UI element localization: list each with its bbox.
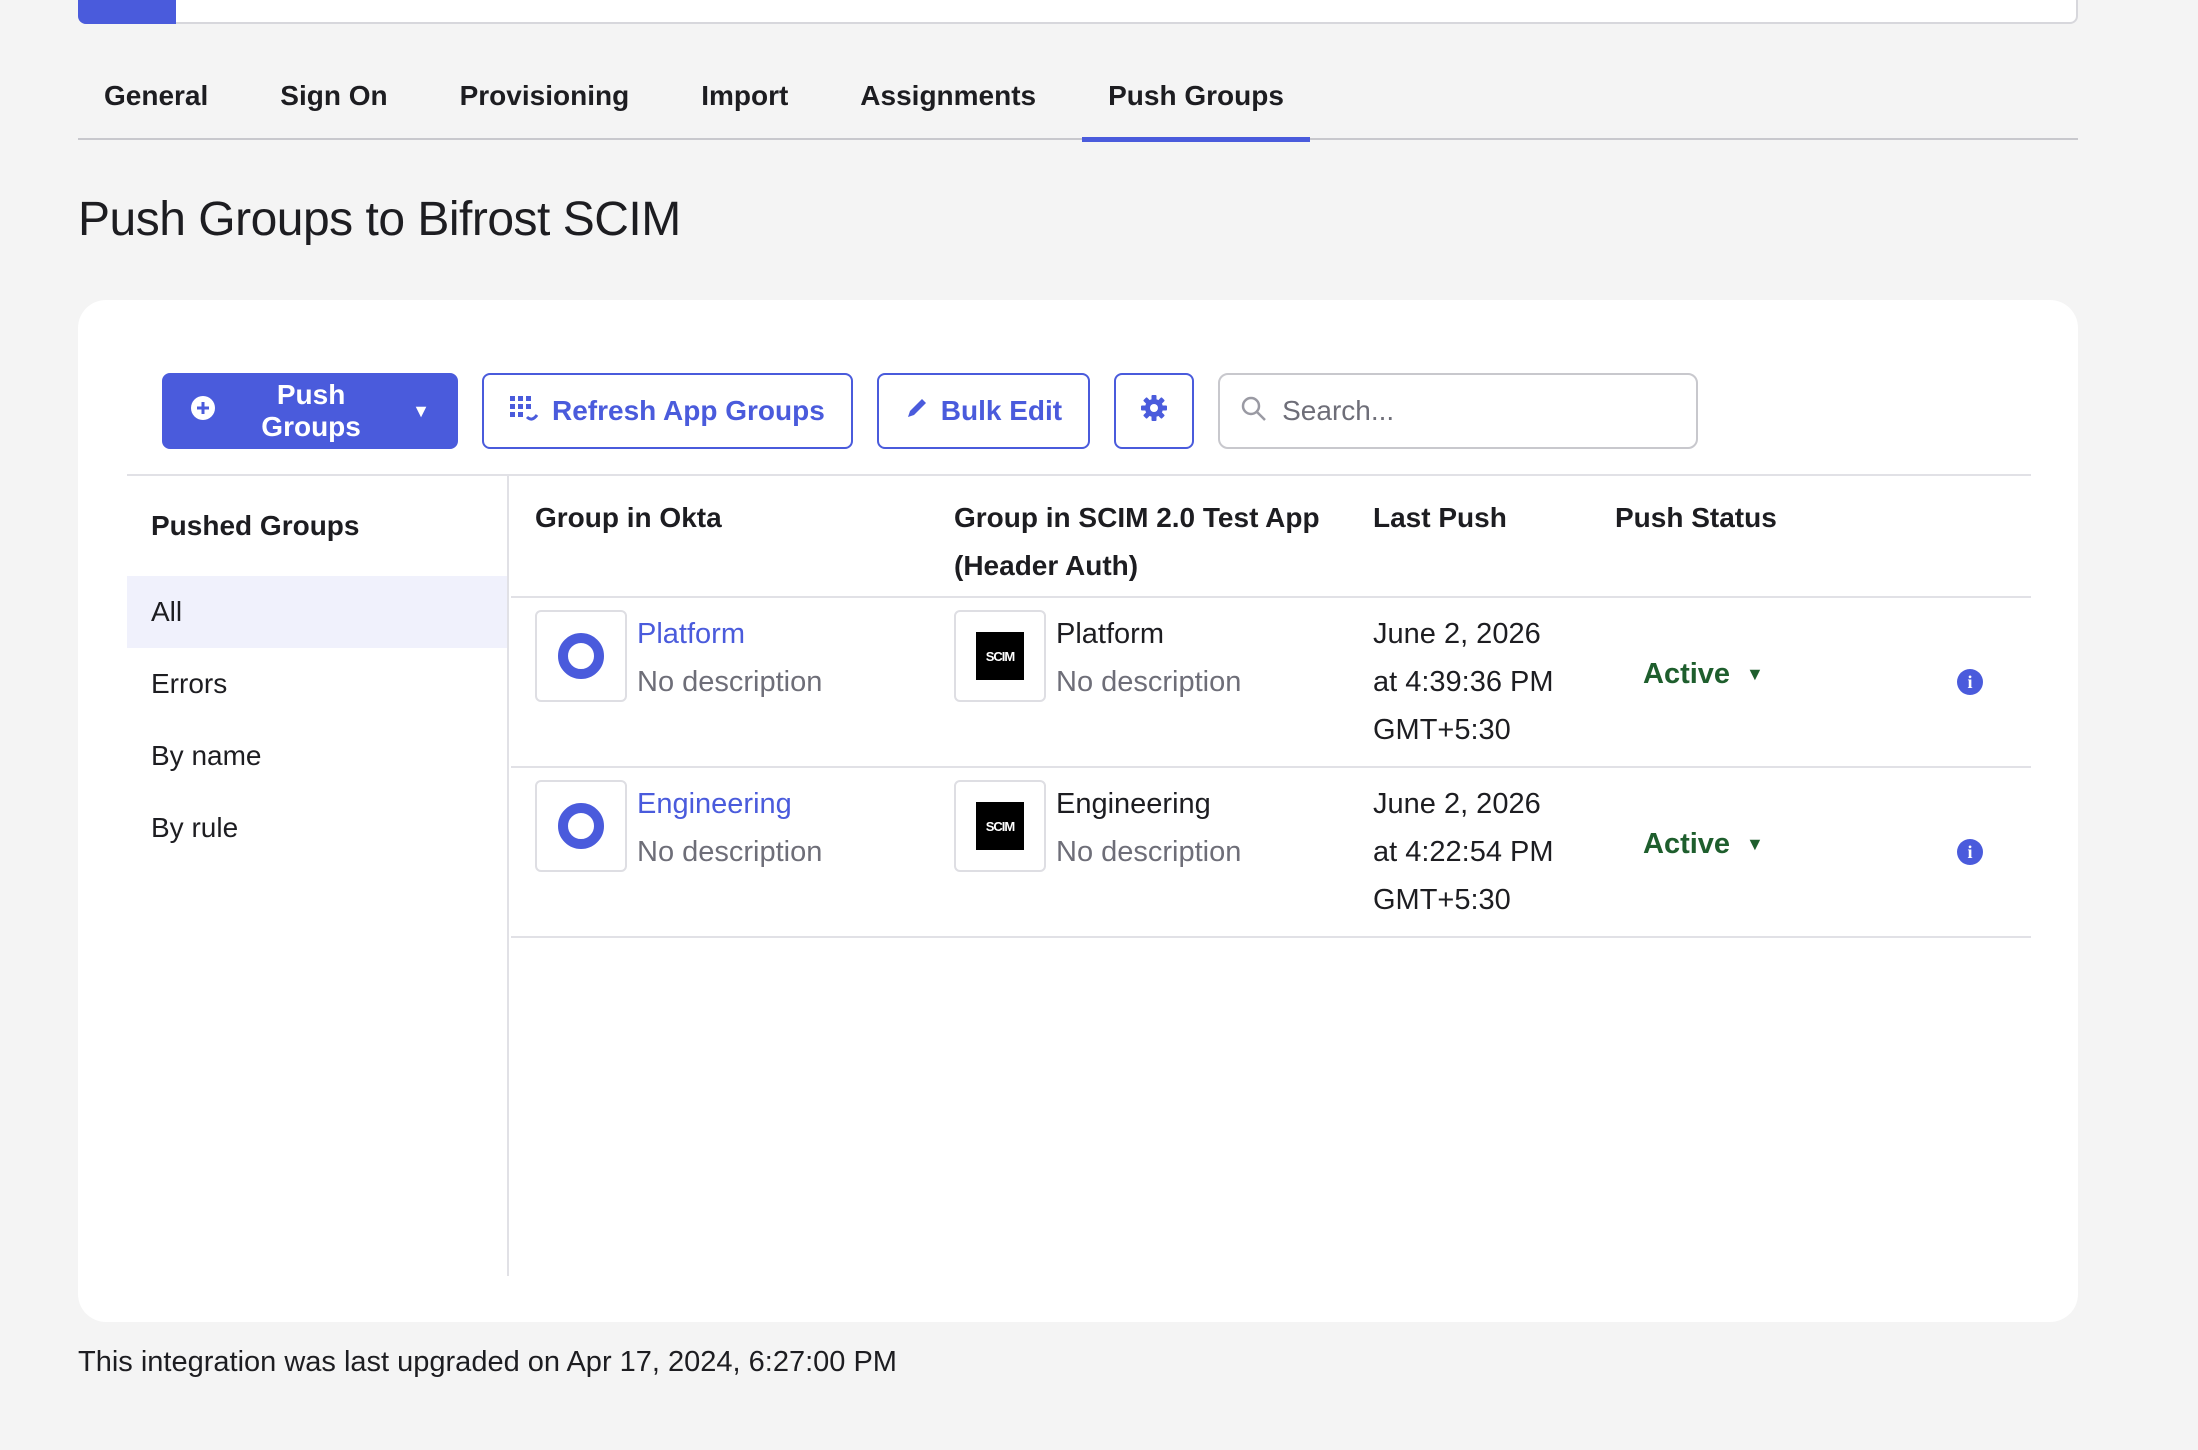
last-push-date-line1: June 2, 2026 bbox=[1373, 618, 1541, 650]
table-row: Platform No description SCIM Platform No… bbox=[511, 598, 2031, 768]
app-header-accent bbox=[78, 0, 176, 24]
app-group-description: No description bbox=[1056, 666, 1242, 698]
push-groups-card: Push Groups ▼ Refresh App Groups Bulk Ed… bbox=[78, 300, 2078, 1322]
app-group-description: No description bbox=[1056, 836, 1242, 868]
header-group-in-okta: Group in Okta bbox=[535, 502, 722, 533]
info-icon[interactable]: i bbox=[1957, 669, 1983, 695]
filter-all[interactable]: All bbox=[127, 576, 507, 648]
filter-by-rule[interactable]: By rule bbox=[127, 792, 507, 864]
pencil-icon bbox=[905, 395, 929, 427]
grid-refresh-icon bbox=[510, 394, 540, 429]
push-status-dropdown[interactable]: Active ▼ bbox=[1643, 658, 1764, 691]
okta-group-description: No description bbox=[637, 666, 823, 698]
okta-group-description: No description bbox=[637, 836, 823, 868]
gear-icon bbox=[1140, 394, 1168, 429]
plus-circle-icon bbox=[190, 395, 216, 428]
filter-by-name[interactable]: By name bbox=[127, 720, 507, 792]
header-group-in-app-line1: Group in SCIM 2.0 Test App bbox=[954, 502, 1320, 533]
tab-sign-on[interactable]: Sign On bbox=[254, 66, 413, 140]
okta-group-link[interactable]: Engineering bbox=[637, 780, 822, 828]
okta-ring-icon bbox=[558, 803, 604, 849]
refresh-app-groups-button[interactable]: Refresh App Groups bbox=[482, 373, 853, 449]
groups-grid: Pushed Groups All Errors By name By rule… bbox=[127, 474, 2031, 1276]
last-push-date-line3: GMT+5:30 bbox=[1373, 884, 1511, 916]
scim-logo: SCIM bbox=[976, 802, 1024, 850]
pushed-groups-filter: Pushed Groups All Errors By name By rule bbox=[127, 476, 509, 1276]
last-push-date-line3: GMT+5:30 bbox=[1373, 714, 1511, 746]
push-status-label: Active bbox=[1643, 658, 1731, 690]
bulk-edit-button[interactable]: Bulk Edit bbox=[876, 373, 1091, 449]
push-status-label: Active bbox=[1643, 828, 1731, 860]
app-tabs: General Sign On Provisioning Import Assi… bbox=[78, 66, 2078, 142]
settings-button[interactable] bbox=[1114, 373, 1195, 449]
last-push-date: June 2, 2026 at 4:22:54 PM GMT+5:30 bbox=[1373, 780, 1554, 924]
app-header-bar bbox=[78, 0, 2078, 24]
push-groups-label: Push Groups bbox=[261, 379, 361, 442]
okta-group-avatar bbox=[535, 780, 627, 872]
search-box bbox=[1218, 373, 1699, 449]
okta-group-link[interactable]: Platform bbox=[637, 610, 822, 658]
header-push-status: Push Status bbox=[1615, 502, 1777, 533]
tab-general[interactable]: General bbox=[78, 66, 234, 140]
tab-assignments[interactable]: Assignments bbox=[834, 66, 1062, 140]
toolbar: Push Groups ▼ Refresh App Groups Bulk Ed… bbox=[162, 373, 1699, 449]
refresh-app-groups-label: Refresh App Groups bbox=[552, 395, 825, 426]
last-push-date: June 2, 2026 at 4:39:36 PM GMT+5:30 bbox=[1373, 610, 1554, 754]
bulk-edit-label: Bulk Edit bbox=[940, 395, 1063, 426]
scim-logo: SCIM bbox=[976, 632, 1024, 680]
app-group-avatar: SCIM bbox=[954, 780, 1046, 872]
caret-down-icon: ▼ bbox=[412, 400, 430, 421]
header-group-in-app: Group in SCIM 2.0 Test App (Header Auth) bbox=[954, 494, 1320, 590]
table-row: Engineering No description SCIM Engineer… bbox=[511, 768, 2031, 938]
page-title: Push Groups to Bifrost SCIM bbox=[78, 193, 681, 246]
table-header: Group in Okta Group in SCIM 2.0 Test App… bbox=[511, 476, 2031, 598]
filter-errors[interactable]: Errors bbox=[127, 648, 507, 720]
push-groups-button[interactable]: Push Groups ▼ bbox=[162, 373, 458, 449]
push-groups-table: Group in Okta Group in SCIM 2.0 Test App… bbox=[511, 476, 2031, 938]
search-input[interactable] bbox=[1282, 395, 1677, 427]
info-icon[interactable]: i bbox=[1957, 839, 1983, 865]
header-last-push: Last Push bbox=[1373, 502, 1507, 533]
tab-provisioning[interactable]: Provisioning bbox=[434, 66, 656, 140]
tab-import[interactable]: Import bbox=[675, 66, 814, 140]
okta-ring-icon bbox=[558, 633, 604, 679]
last-push-date-line2: at 4:22:54 PM bbox=[1373, 836, 1554, 868]
last-push-date-line1: June 2, 2026 bbox=[1373, 788, 1541, 820]
tab-push-groups[interactable]: Push Groups bbox=[1082, 66, 1310, 142]
filters-title: Pushed Groups bbox=[151, 510, 360, 541]
caret-down-icon: ▼ bbox=[1746, 664, 1764, 684]
okta-group-avatar bbox=[535, 610, 627, 702]
caret-down-icon: ▼ bbox=[1746, 834, 1764, 854]
push-status-dropdown[interactable]: Active ▼ bbox=[1643, 828, 1764, 861]
integration-upgrade-note: This integration was last upgraded on Ap… bbox=[78, 1346, 897, 1378]
app-group-avatar: SCIM bbox=[954, 610, 1046, 702]
search-icon bbox=[1240, 395, 1268, 428]
app-group-name: Engineering bbox=[1056, 788, 1211, 820]
app-group-name: Platform bbox=[1056, 618, 1164, 650]
last-push-date-line2: at 4:39:36 PM bbox=[1373, 666, 1554, 698]
header-group-in-app-line2: (Header Auth) bbox=[954, 550, 1139, 581]
